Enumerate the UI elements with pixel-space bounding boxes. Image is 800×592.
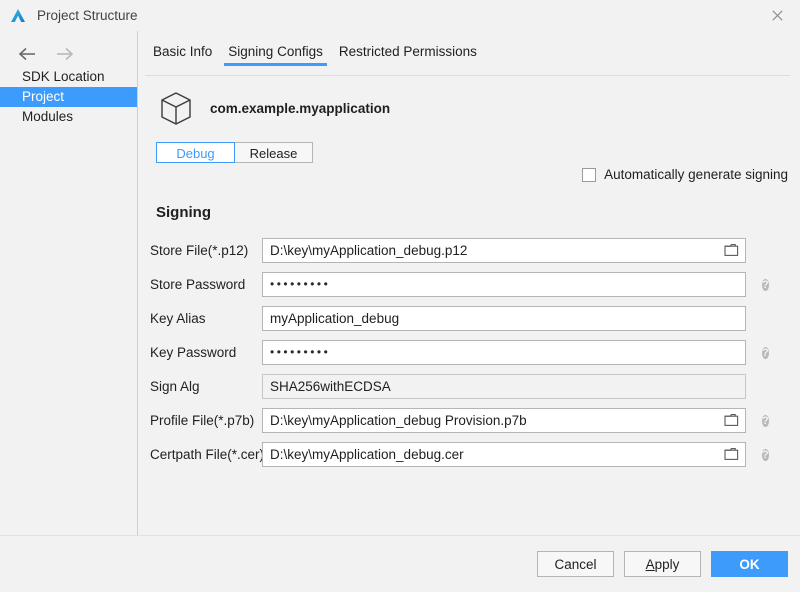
field-row-store-password: Store Password ••••••••• ? [150, 267, 790, 301]
auto-generate-signing-checkbox[interactable] [582, 167, 597, 182]
help-slot-store-password: ? [762, 276, 778, 292]
main-panel: Basic Info Signing Configs Restricted Pe… [138, 31, 800, 559]
sidebar: SDK Location Project Modules [0, 31, 138, 535]
apply-rest: pply [654, 557, 680, 572]
package-header: com.example.myapplication [156, 88, 390, 128]
field-row-profile-file: Profile File(*.p7b) D:\key\myApplication… [150, 403, 790, 437]
label-store-password: Store Password [150, 276, 246, 292]
label-key-alias: Key Alias [150, 310, 206, 326]
folder-icon[interactable] [723, 446, 741, 462]
deveco-logo-icon [9, 7, 27, 25]
input-key-password[interactable]: ••••••••• [262, 339, 746, 365]
label-key-password: Key Password [150, 344, 237, 360]
input-store-password[interactable]: ••••••••• [262, 271, 746, 297]
ok-button[interactable]: OK [711, 551, 788, 577]
input-sign-alg: SHA256withECDSA [262, 373, 746, 399]
value-certpath-file: D:\key\myApplication_debug.cer [270, 446, 464, 462]
label-certpath-file: Certpath File(*.cer) [150, 446, 265, 462]
help-slot-profile-file: ? [762, 412, 778, 428]
field-row-certpath-file: Certpath File(*.cer) D:\key\myApplicatio… [150, 437, 790, 471]
tab-restricted-permissions[interactable]: Restricted Permissions [331, 44, 485, 66]
field-row-key-alias: Key Alias myApplication_debug [150, 301, 790, 335]
help-icon[interactable]: ? [762, 347, 769, 359]
input-store-file[interactable]: D:\key\myApplication_debug.p12 [262, 237, 746, 263]
cube-icon [156, 88, 196, 128]
signing-section-title: Signing [156, 204, 211, 221]
sidebar-nav-arrows [0, 31, 137, 67]
cancel-button[interactable]: Cancel [537, 551, 614, 577]
value-key-password: ••••••••• [270, 345, 331, 359]
help-slot-empty [762, 242, 778, 258]
sidebar-item-sdk-location[interactable]: SDK Location [0, 67, 137, 87]
apply-button[interactable]: Apply [624, 551, 701, 577]
value-store-password: ••••••••• [270, 277, 331, 291]
field-row-store-file: Store File(*.p12) D:\key\myApplication_d… [150, 233, 790, 267]
build-variant-toggle: Debug Release [156, 142, 313, 163]
label-sign-alg: Sign Alg [150, 378, 200, 394]
help-slot-key-password: ? [762, 344, 778, 360]
input-profile-file[interactable]: D:\key\myApplication_debug Provision.p7b [262, 407, 746, 433]
variant-debug-button[interactable]: Debug [156, 142, 235, 163]
auto-generate-signing-row[interactable]: Automatically generate signing [582, 167, 788, 182]
label-profile-file: Profile File(*.p7b) [150, 412, 255, 428]
tab-bar: Basic Info Signing Configs Restricted Pe… [145, 44, 485, 66]
auto-generate-signing-label: Automatically generate signing [604, 167, 788, 182]
package-name: com.example.myapplication [210, 100, 391, 116]
signing-form: Store File(*.p12) D:\key\myApplication_d… [150, 233, 790, 471]
window-titlebar: Project Structure [0, 0, 800, 32]
tab-signing-configs[interactable]: Signing Configs [220, 44, 331, 66]
help-slot-certpath-file: ? [762, 446, 778, 462]
help-slot-empty [762, 378, 778, 394]
folder-icon[interactable] [723, 412, 741, 428]
help-icon[interactable]: ? [762, 415, 769, 427]
field-row-sign-alg: Sign Alg SHA256withECDSA [150, 369, 790, 403]
sidebar-item-modules[interactable]: Modules [0, 107, 137, 127]
help-icon[interactable]: ? [762, 279, 769, 291]
value-key-alias: myApplication_debug [270, 310, 400, 326]
tab-basic-info[interactable]: Basic Info [145, 44, 220, 66]
value-sign-alg: SHA256withECDSA [270, 378, 391, 394]
close-icon[interactable] [754, 0, 800, 31]
field-row-key-password: Key Password ••••••••• ? [150, 335, 790, 369]
window-title: Project Structure [37, 8, 138, 23]
label-store-file: Store File(*.p12) [150, 242, 249, 258]
dialog-footer: Cancel Apply OK [0, 535, 800, 592]
input-key-alias[interactable]: myApplication_debug [262, 305, 746, 331]
apply-mnemonic: A [645, 557, 655, 572]
variant-release-button[interactable]: Release [234, 142, 313, 163]
help-icon[interactable]: ? [762, 449, 769, 461]
arrow-left-icon[interactable] [18, 45, 38, 63]
input-certpath-file[interactable]: D:\key\myApplication_debug.cer [262, 441, 746, 467]
value-store-file: D:\key\myApplication_debug.p12 [270, 242, 468, 258]
value-profile-file: D:\key\myApplication_debug Provision.p7b [270, 412, 527, 428]
tab-separator [145, 75, 790, 76]
folder-icon[interactable] [723, 242, 741, 258]
arrow-right-icon[interactable] [54, 45, 74, 63]
sidebar-item-project[interactable]: Project [0, 87, 137, 107]
dialog-button-group: Cancel Apply OK [537, 551, 788, 577]
help-slot-empty [762, 310, 778, 326]
